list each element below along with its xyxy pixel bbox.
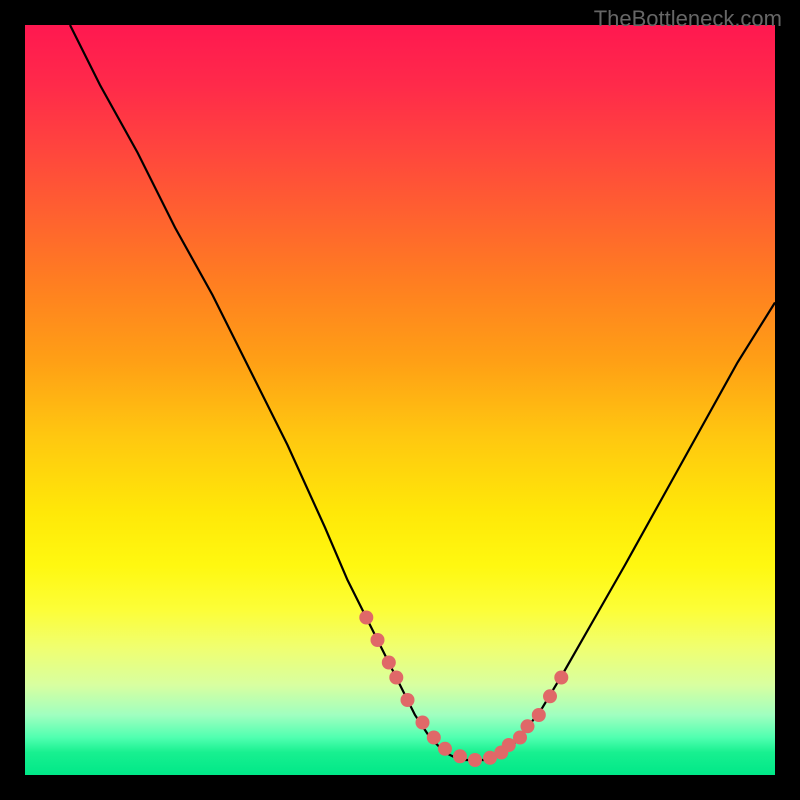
data-dot — [468, 753, 482, 767]
data-dot — [453, 749, 467, 763]
data-dot — [401, 693, 415, 707]
data-dot — [371, 633, 385, 647]
bottleneck-curve — [70, 25, 775, 760]
data-dot — [389, 671, 403, 685]
data-dots-group — [359, 611, 568, 768]
data-dot — [416, 716, 430, 730]
data-dot — [521, 719, 535, 733]
data-dot — [382, 656, 396, 670]
data-dot — [554, 671, 568, 685]
plot-area — [25, 25, 775, 775]
data-dot — [543, 689, 557, 703]
data-dot — [532, 708, 546, 722]
data-dot — [359, 611, 373, 625]
data-dot — [427, 731, 441, 745]
chart-svg — [25, 25, 775, 775]
watermark-text: TheBottleneck.com — [594, 6, 782, 32]
data-dot — [438, 742, 452, 756]
